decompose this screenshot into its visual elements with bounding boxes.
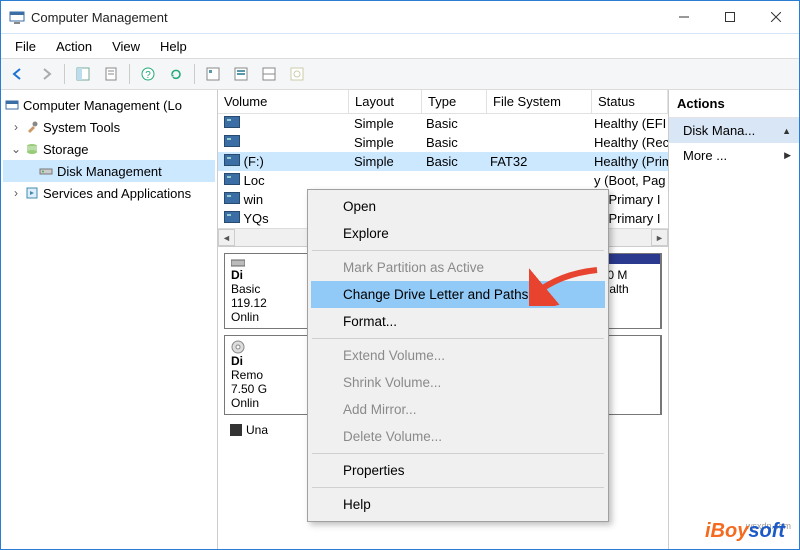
volume-icon <box>224 116 240 128</box>
chevron-right-icon: ▶ <box>784 150 791 161</box>
disk-mgmt-icon <box>37 164 55 178</box>
action-more[interactable]: More ... ▶ <box>669 143 799 168</box>
col-layout[interactable]: Layout <box>349 90 422 114</box>
actions-pane: Actions Disk Mana... ▲ More ... ▶ <box>668 90 799 549</box>
legend-swatch <box>230 424 242 436</box>
view-button-3[interactable] <box>256 61 282 87</box>
tree-system-tools[interactable]: › System Tools <box>3 116 215 138</box>
scroll-right-icon[interactable]: ► <box>651 229 668 246</box>
table-row[interactable]: Locy (Boot, Pag <box>218 171 668 190</box>
context-menu-item: Shrink Volume... <box>311 369 605 396</box>
menu-action[interactable]: Action <box>46 37 102 56</box>
grid-header: Volume Layout Type File System Status <box>218 90 668 114</box>
show-hide-tree-button[interactable] <box>70 61 96 87</box>
table-row[interactable]: (F:)SimpleBasicFAT32Healthy (Primary I <box>218 152 668 171</box>
view-button-1[interactable] <box>200 61 226 87</box>
tree-disk-management[interactable]: Disk Management <box>3 160 215 182</box>
volume-icon <box>224 135 240 147</box>
navigation-tree[interactable]: Computer Management (Lo › System Tools ⌄… <box>1 90 218 549</box>
storage-icon <box>23 142 41 156</box>
minimize-button[interactable] <box>661 1 707 33</box>
context-menu-item[interactable]: Properties <box>311 457 605 484</box>
volume-icon <box>224 192 240 204</box>
help-button[interactable]: ? <box>135 61 161 87</box>
actions-header: Actions <box>669 90 799 118</box>
chevron-up-icon: ▲ <box>782 126 791 136</box>
volume-icon <box>224 211 240 223</box>
context-menu-item: Extend Volume... <box>311 342 605 369</box>
titlebar: Computer Management <box>1 1 799 34</box>
table-row[interactable]: SimpleBasicHealthy (Recovery <box>218 133 668 152</box>
volume-icon <box>224 154 240 166</box>
menu-separator <box>312 338 604 339</box>
toolbar-separator <box>64 64 65 84</box>
window-title: Computer Management <box>31 10 661 25</box>
table-row[interactable]: SimpleBasicHealthy (EFI Syste <box>218 114 668 133</box>
col-volume[interactable]: Volume <box>218 90 349 114</box>
tree-services[interactable]: › Services and Applications <box>3 182 215 204</box>
close-button[interactable] <box>753 1 799 33</box>
menu-view[interactable]: View <box>102 37 150 56</box>
context-menu-item: Add Mirror... <box>311 396 605 423</box>
tools-icon <box>23 120 41 134</box>
maximize-button[interactable] <box>707 1 753 33</box>
annotation-arrow-icon <box>529 266 599 306</box>
menu-separator <box>312 487 604 488</box>
menu-separator <box>312 250 604 251</box>
col-type[interactable]: Type <box>422 90 487 114</box>
properties-button[interactable] <box>98 61 124 87</box>
action-disk-management[interactable]: Disk Mana... ▲ <box>669 118 799 143</box>
context-menu-item[interactable]: Help <box>311 491 605 518</box>
view-button-4[interactable] <box>284 61 310 87</box>
expand-icon[interactable]: › <box>9 120 23 134</box>
menu-file[interactable]: File <box>5 37 46 56</box>
svg-text:?: ? <box>145 70 151 81</box>
tree-storage[interactable]: ⌄ Storage <box>3 138 215 160</box>
view-button-2[interactable] <box>228 61 254 87</box>
context-menu-item: Delete Volume... <box>311 423 605 450</box>
context-menu-item[interactable]: Explore <box>311 220 605 247</box>
mmc-icon <box>3 98 21 112</box>
menubar: File Action View Help <box>1 34 799 59</box>
menu-separator <box>312 453 604 454</box>
menu-help[interactable]: Help <box>150 37 197 56</box>
context-menu-item[interactable]: Open <box>311 193 605 220</box>
back-button[interactable] <box>5 61 31 87</box>
refresh-button[interactable] <box>163 61 189 87</box>
services-icon <box>23 186 41 200</box>
collapse-icon[interactable]: ⌄ <box>9 142 23 156</box>
scroll-left-icon[interactable]: ◄ <box>218 229 235 246</box>
volume-icon <box>224 173 240 185</box>
col-filesystem[interactable]: File System <box>487 90 592 114</box>
toolbar-separator <box>129 64 130 84</box>
context-menu-item[interactable]: Format... <box>311 308 605 335</box>
computer-management-window: Computer Management File Action View Hel… <box>0 0 800 550</box>
toolbar: ? <box>1 59 799 90</box>
expand-icon[interactable]: › <box>9 186 23 200</box>
app-icon <box>9 9 25 25</box>
tree-root[interactable]: Computer Management (Lo <box>3 94 215 116</box>
context-menu: OpenExploreMark Partition as ActiveChang… <box>307 189 609 522</box>
forward-button[interactable] <box>33 61 59 87</box>
col-status[interactable]: Status <box>592 90 668 114</box>
watermark: iBoysoft <box>705 520 785 543</box>
toolbar-separator <box>194 64 195 84</box>
